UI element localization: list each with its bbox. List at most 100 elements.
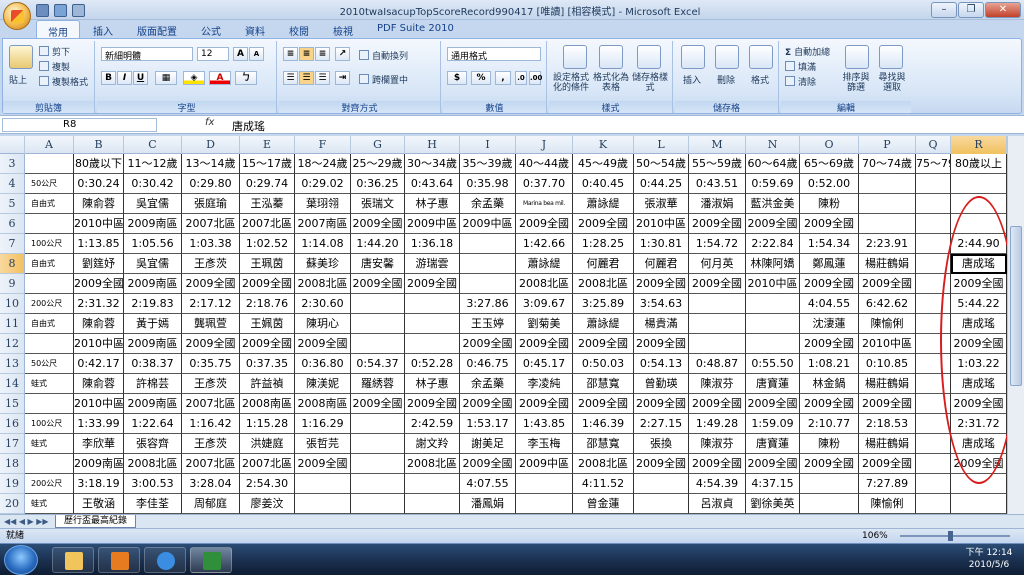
cell-n9[interactable]: 2010中區	[746, 274, 800, 294]
cell-d18[interactable]: 2007北區	[182, 454, 240, 474]
underline-button[interactable]: U	[133, 71, 148, 85]
cell-k4[interactable]: 0:40.45	[573, 174, 634, 194]
cell-k17[interactable]: 邵慧寬	[573, 434, 634, 454]
row-header-4[interactable]: 4	[0, 174, 25, 194]
cell-b17[interactable]: 李欣華	[74, 434, 124, 454]
cell-f3[interactable]: 18～24歲	[295, 154, 351, 174]
currency-button[interactable]: $	[447, 71, 467, 85]
column-header-l[interactable]: L	[634, 136, 689, 154]
cell-b19[interactable]: 3:18.19	[74, 474, 124, 494]
cell-q19[interactable]	[916, 474, 951, 494]
cut-button[interactable]: 剪下	[39, 45, 70, 58]
conditional-format-icon[interactable]	[563, 45, 587, 69]
cell-p3[interactable]: 70～74歲	[859, 154, 916, 174]
cell-e18[interactable]: 2007北區	[240, 454, 295, 474]
cell-i6[interactable]: 2009中區	[460, 214, 516, 234]
cell-k18[interactable]: 2008北區	[573, 454, 634, 474]
fx-icon[interactable]: fx	[205, 117, 214, 128]
cell-i11[interactable]: 王玉婷	[460, 314, 516, 334]
cell-d10[interactable]: 2:17.12	[182, 294, 240, 314]
cell-j19[interactable]	[516, 474, 573, 494]
cell-k11[interactable]: 蕭詠緹	[573, 314, 634, 334]
cell-e15[interactable]: 2008南區	[240, 394, 295, 414]
cell-l5[interactable]: 張淑華	[634, 194, 689, 214]
cell-d12[interactable]: 2009全國	[182, 334, 240, 354]
cell-o18[interactable]: 2009全國	[800, 454, 859, 474]
cell-g4[interactable]: 0:36.25	[351, 174, 405, 194]
column-header-k[interactable]: K	[573, 136, 634, 154]
cell-a6[interactable]	[25, 214, 74, 234]
cell-h6[interactable]: 2009中區	[405, 214, 460, 234]
sheet-tab-active[interactable]: 歷行盃最高紀錄	[55, 515, 137, 528]
cell-h20[interactable]	[405, 494, 460, 514]
cell-m12[interactable]	[689, 334, 746, 354]
column-header-o[interactable]: O	[800, 136, 859, 154]
cell-f9[interactable]: 2008北區	[295, 274, 351, 294]
cell-j3[interactable]: 40～44歲	[516, 154, 573, 174]
cell-q10[interactable]	[916, 294, 951, 314]
cell-e3[interactable]: 15～17歲	[240, 154, 295, 174]
cell-c16[interactable]: 1:22.64	[124, 414, 182, 434]
cell-p8[interactable]: 楊莊鶴娟	[859, 254, 916, 274]
windows-start-icon[interactable]	[4, 545, 38, 575]
cell-g15[interactable]: 2009全國	[351, 394, 405, 414]
cell-c19[interactable]: 3:00.53	[124, 474, 182, 494]
orientation-icon[interactable]: ↗	[335, 47, 350, 61]
cell-i13[interactable]: 0:46.75	[460, 354, 516, 374]
cell-g16[interactable]	[351, 414, 405, 434]
delete-cells-icon[interactable]	[715, 45, 739, 69]
cell-k16[interactable]: 1:46.39	[573, 414, 634, 434]
cell-j18[interactable]: 2009中區	[516, 454, 573, 474]
cell-styles-icon[interactable]	[637, 45, 661, 69]
maximize-button[interactable]: ❐	[958, 2, 984, 18]
cell-a10[interactable]: 200公尺	[25, 294, 74, 314]
cell-a16[interactable]: 100公尺	[25, 414, 74, 434]
cell-o19[interactable]	[800, 474, 859, 494]
cell-k14[interactable]: 邵慧寬	[573, 374, 634, 394]
row-header-11[interactable]: 11	[0, 314, 25, 334]
cell-g7[interactable]: 1:44.20	[351, 234, 405, 254]
cell-g14[interactable]: 羅綉蓉	[351, 374, 405, 394]
cell-a18[interactable]	[25, 454, 74, 474]
cell-i16[interactable]: 1:53.17	[460, 414, 516, 434]
cell-h10[interactable]	[405, 294, 460, 314]
cell-o4[interactable]: 0:52.00	[800, 174, 859, 194]
cell-n5[interactable]: 藍洪金美	[746, 194, 800, 214]
cell-e11[interactable]: 王姵茵	[240, 314, 295, 334]
column-header-c[interactable]: C	[124, 136, 182, 154]
cell-p6[interactable]	[859, 214, 916, 234]
cell-f13[interactable]: 0:36.80	[295, 354, 351, 374]
cell-l8[interactable]: 何麗君	[634, 254, 689, 274]
cell-l3[interactable]: 50～54歲	[634, 154, 689, 174]
cell-q6[interactable]	[916, 214, 951, 234]
cell-h7[interactable]: 1:36.18	[405, 234, 460, 254]
cell-d4[interactable]: 0:29.80	[182, 174, 240, 194]
cell-q8[interactable]	[916, 254, 951, 274]
cell-o16[interactable]: 2:10.77	[800, 414, 859, 434]
cell-p19[interactable]: 7:27.89	[859, 474, 916, 494]
cell-m7[interactable]: 1:54.72	[689, 234, 746, 254]
row-header-8[interactable]: 8	[0, 254, 25, 274]
fill-button[interactable]: 填滿	[785, 60, 816, 73]
cell-j10[interactable]: 3:09.67	[516, 294, 573, 314]
cell-f18[interactable]: 2009全國	[295, 454, 351, 474]
cell-g19[interactable]	[351, 474, 405, 494]
row-header-14[interactable]: 14	[0, 374, 25, 394]
cell-m19[interactable]: 4:54.39	[689, 474, 746, 494]
cell-q3[interactable]: 75～79歲	[916, 154, 951, 174]
cell-p5[interactable]	[859, 194, 916, 214]
cell-n15[interactable]: 2009全國	[746, 394, 800, 414]
cell-q16[interactable]	[916, 414, 951, 434]
cell-j17[interactable]: 李玉梅	[516, 434, 573, 454]
cell-o11[interactable]: 沈淒蓮	[800, 314, 859, 334]
row-header-17[interactable]: 17	[0, 434, 25, 454]
paste-button[interactable]: 貼上	[9, 73, 27, 86]
cell-i15[interactable]: 2009全國	[460, 394, 516, 414]
cell-o7[interactable]: 1:54.34	[800, 234, 859, 254]
row-header-15[interactable]: 15	[0, 394, 25, 414]
cell-r16[interactable]: 2:31.72	[951, 414, 1007, 434]
cell-n11[interactable]	[746, 314, 800, 334]
row-header-6[interactable]: 6	[0, 214, 25, 234]
format-as-table-button[interactable]: 格式化為表格	[593, 73, 629, 93]
cell-p13[interactable]: 0:10.85	[859, 354, 916, 374]
